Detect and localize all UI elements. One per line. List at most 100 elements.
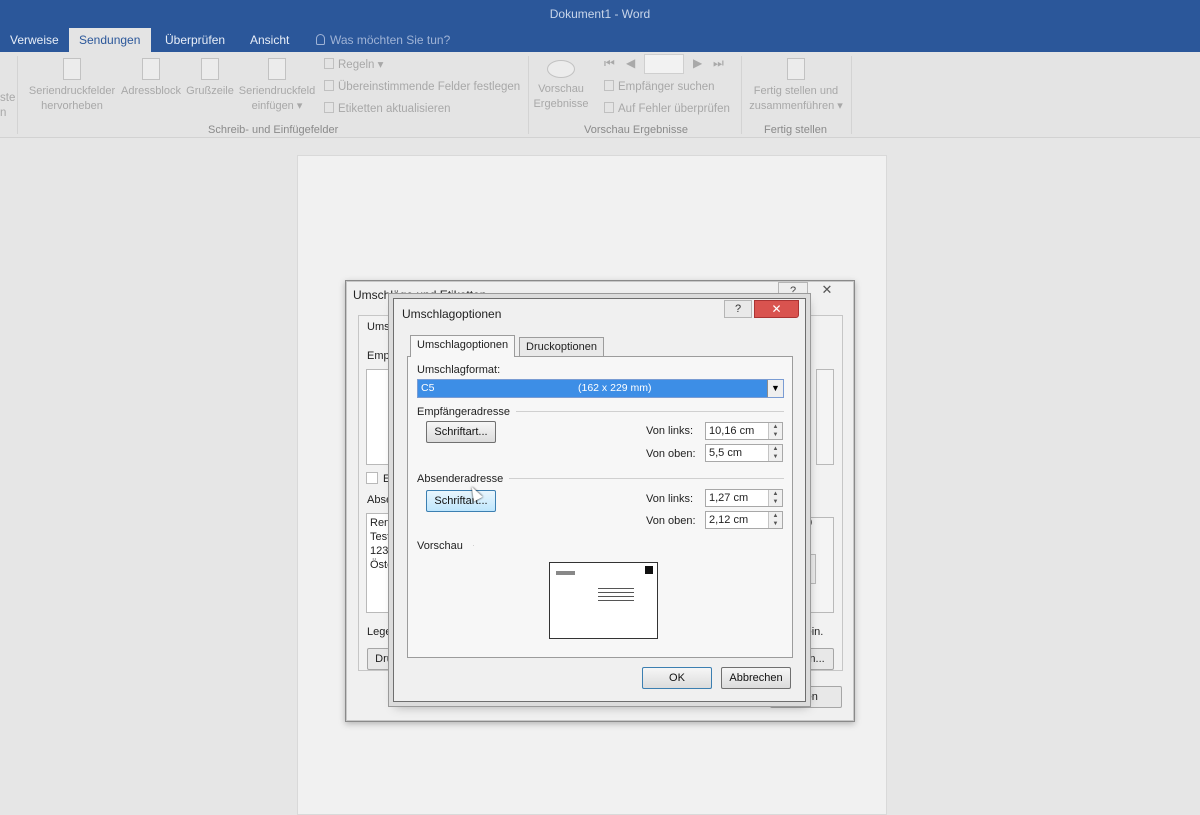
sender-left-label: Von links: xyxy=(646,493,694,505)
preview-section: Vorschau xyxy=(417,538,784,552)
sender-top-value: 2,12 cm xyxy=(709,514,749,526)
cancel-button[interactable]: Abbrechen xyxy=(721,667,791,689)
group-separator xyxy=(741,56,742,134)
highlight-label-2: hervorheben xyxy=(41,100,103,112)
address-line-mark xyxy=(598,588,634,589)
address-line-mark xyxy=(598,600,634,601)
find-recipient-button[interactable]: Empfänger suchen xyxy=(604,80,715,94)
feed-hint-fragment: Lege xyxy=(367,626,392,638)
recipient-address-section: Empfängeradresse xyxy=(417,404,784,418)
finish-merge-button[interactable]: Fertig stellen und zusammenführen ▾ xyxy=(745,58,847,114)
update-labels-button[interactable]: Etiketten aktualisieren xyxy=(324,102,451,116)
find-icon xyxy=(604,80,614,91)
next-record-icon[interactable]: ▶ xyxy=(693,56,702,70)
recipient-top-label: Von oben: xyxy=(646,448,696,460)
checkbox-label-fragment: El xyxy=(383,473,393,485)
address-block-button[interactable]: Adressblock xyxy=(118,58,184,99)
envelope-size-select[interactable]: C5 (162 x 229 mm) ▼ xyxy=(417,379,784,398)
finish-merge-icon xyxy=(787,58,805,80)
group-separator xyxy=(17,56,18,134)
insert-field-label-1: Seriendruckfeld xyxy=(238,85,316,97)
rules-label: Regeln xyxy=(338,59,375,71)
close-button[interactable]: ✕ xyxy=(754,300,799,318)
check-errors-icon xyxy=(604,102,614,113)
close-button[interactable]: ✕ xyxy=(812,282,842,300)
greeting-line-label: Grußzeile xyxy=(186,85,234,97)
sender-line: Öste xyxy=(370,559,394,571)
sender-address-section: Absenderadresse xyxy=(417,471,784,485)
merge-field-icon xyxy=(268,58,286,80)
spinner-arrows-icon[interactable]: ▲ ▼ xyxy=(768,490,782,506)
help-button[interactable]: ? xyxy=(724,300,752,318)
address-line-mark xyxy=(598,592,634,593)
check-errors-button[interactable]: Auf Fehler überprüfen xyxy=(604,102,730,116)
ok-button[interactable]: OK xyxy=(642,667,712,689)
tab-ueberpruefen[interactable]: Überprüfen xyxy=(155,28,235,52)
spinner-arrows-icon[interactable]: ▲ ▼ xyxy=(768,423,782,439)
ribbon: ste n Seriendruckfelder hervorheben Adre… xyxy=(0,52,1200,138)
group-label-preview: Vorschau Ergebnisse xyxy=(584,124,688,136)
address-block-label: Adressblock xyxy=(121,85,181,97)
scrollbar[interactable] xyxy=(816,369,834,465)
recipient-left-label: Von links: xyxy=(646,425,694,437)
highlight-label-1: Seriendruckfelder xyxy=(28,85,116,97)
section-title: Vorschau xyxy=(417,540,469,552)
section-title: Absenderadresse xyxy=(417,473,510,485)
tab-envelope-options[interactable]: Umschlagoptionen xyxy=(410,335,516,357)
first-record-icon[interactable]: ⏮ xyxy=(604,56,615,71)
rules-icon xyxy=(324,58,334,69)
return-address-mark xyxy=(556,571,575,575)
recipient-left-field[interactable]: 10,16 cm ▲ ▼ xyxy=(705,422,783,440)
cut-off-button-label-2: n xyxy=(0,107,7,119)
divider xyxy=(473,545,474,546)
preview-results-button[interactable]: Vorschau Ergebnisse xyxy=(532,60,590,112)
electronic-postage-checkbox[interactable] xyxy=(366,472,378,484)
envelope-options-dialog: Umschlagoptionen ? ✕ Umschlagoptionen Dr… xyxy=(393,298,806,702)
recipient-font-button[interactable]: Schriftart... xyxy=(426,421,496,443)
recipient-top-field[interactable]: 5,5 cm ▲ ▼ xyxy=(705,444,783,462)
dropdown-arrow-icon: ▾ xyxy=(837,100,843,112)
cut-off-button-label[interactable]: ste xyxy=(0,91,15,105)
find-recipient-label: Empfänger suchen xyxy=(618,81,715,93)
tab-ansicht[interactable]: Ansicht xyxy=(240,28,299,52)
finish-label-1: Fertig stellen und xyxy=(753,85,839,97)
sender-top-field[interactable]: 2,12 cm ▲ ▼ xyxy=(705,511,783,529)
previous-record-icon[interactable]: ◀ xyxy=(626,56,635,70)
insert-field-label-2: einfügen xyxy=(251,100,294,112)
ribbon-tabs: Verweise Sendungen Überprüfen Ansicht Wa… xyxy=(0,28,1200,53)
tab-fragment[interactable]: Umsc xyxy=(367,321,395,333)
last-record-icon[interactable]: ⏭ xyxy=(713,56,724,71)
tab-verweise[interactable]: Verweise xyxy=(0,28,69,52)
sender-line: 1230 xyxy=(370,545,395,557)
recipient-label-fragment: Empf xyxy=(367,350,393,362)
highlight-merge-fields-button[interactable]: Seriendruckfelder hervorheben xyxy=(27,58,117,114)
rules-button[interactable]: Regeln ▾ xyxy=(324,58,383,72)
tab-sendungen[interactable]: Sendungen xyxy=(69,28,151,53)
sender-label-fragment: Abse xyxy=(367,494,393,506)
envelope-options-panel: Umschlagformat: C5 (162 x 229 mm) ▼ Empf… xyxy=(407,356,793,658)
sender-left-field[interactable]: 1,27 cm ▲ ▼ xyxy=(705,489,783,507)
tell-me-search[interactable]: Was möchten Sie tun? xyxy=(306,28,460,52)
envelope-size-label: Umschlagformat: xyxy=(417,364,501,376)
record-number-field[interactable] xyxy=(644,54,684,74)
check-errors-label: Auf Fehler überprüfen xyxy=(618,103,730,115)
preview-eye-icon xyxy=(547,60,575,78)
match-fields-button[interactable]: Übereinstimmende Felder festlegen xyxy=(324,80,520,94)
match-fields-icon xyxy=(324,80,334,91)
preview-label-2: Ergebnisse xyxy=(533,98,589,110)
spinner-arrows-icon[interactable]: ▲ ▼ xyxy=(768,512,782,528)
group-separator xyxy=(528,56,529,134)
sender-top-label: Von oben: xyxy=(646,515,696,527)
dropdown-arrow-icon[interactable]: ▼ xyxy=(767,380,783,397)
greeting-line-button[interactable]: Grußzeile xyxy=(184,58,236,99)
stamp-mark xyxy=(645,566,653,574)
sender-font-button[interactable]: Schriftart... xyxy=(426,490,496,512)
dropdown-arrow-icon: ▾ xyxy=(296,100,303,112)
address-line-mark xyxy=(598,596,634,597)
tab-print-options[interactable]: Druckoptionen xyxy=(519,337,604,357)
insert-merge-field-button[interactable]: Seriendruckfeld einfügen ▾ xyxy=(236,58,318,114)
lightbulb-icon xyxy=(316,34,325,45)
match-fields-label: Übereinstimmende Felder festlegen xyxy=(338,81,521,93)
envelope-preview[interactable] xyxy=(549,562,658,639)
spinner-arrows-icon[interactable]: ▲ ▼ xyxy=(768,445,782,461)
